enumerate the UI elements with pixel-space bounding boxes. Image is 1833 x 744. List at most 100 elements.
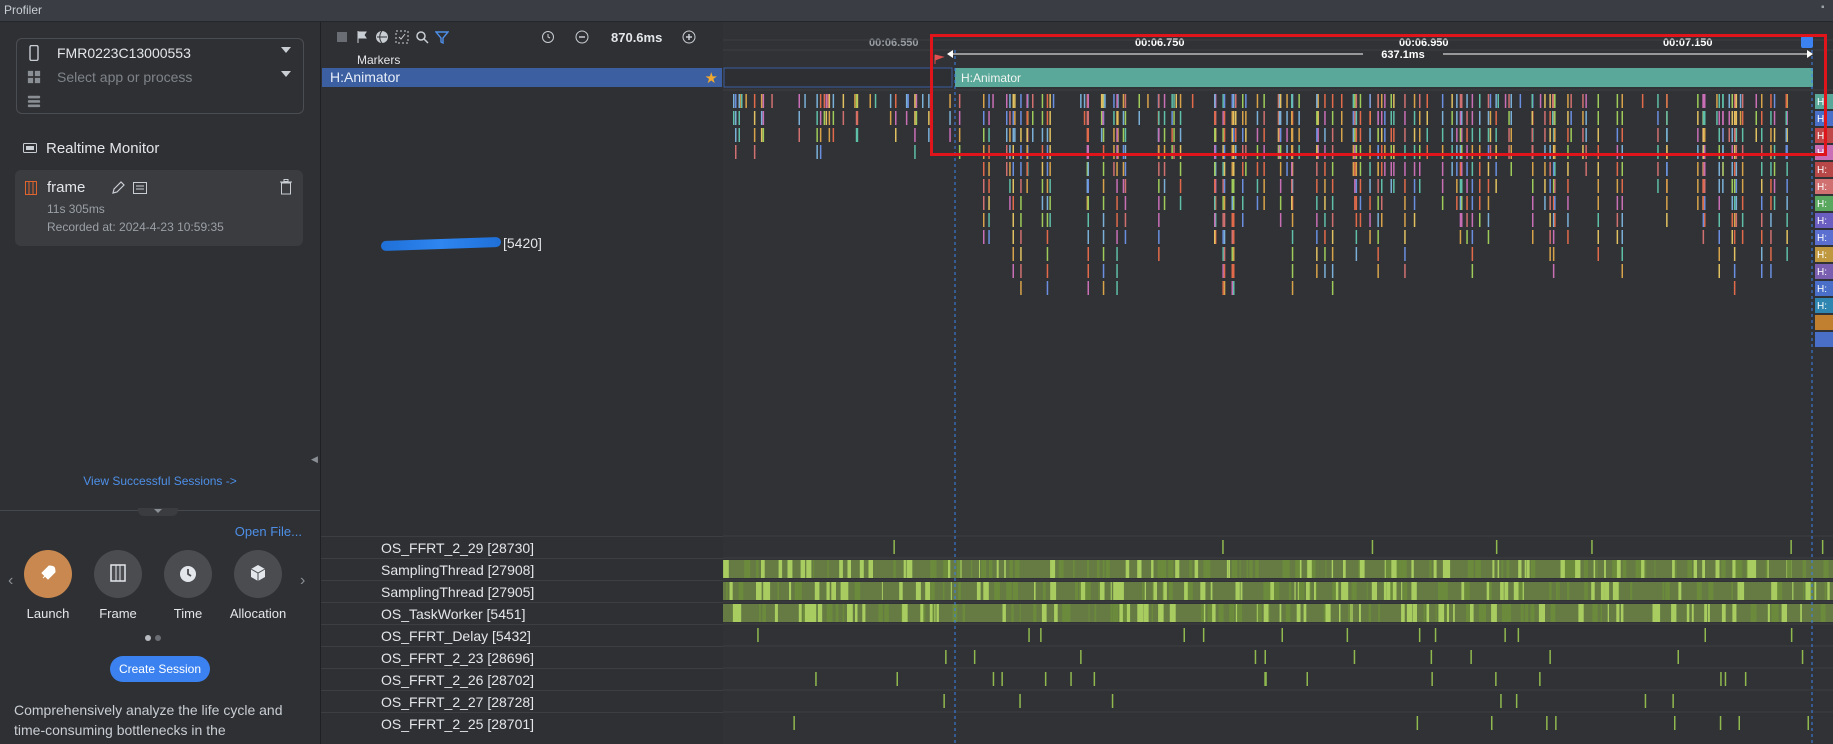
zoom-out-icon[interactable] bbox=[575, 30, 589, 44]
slice-mark bbox=[1316, 179, 1318, 193]
device-select[interactable]: FMR0223C13000553 bbox=[17, 41, 303, 65]
chevron-right-icon[interactable]: › bbox=[300, 572, 305, 590]
cpu-slice bbox=[1800, 604, 1802, 622]
details-icon[interactable] bbox=[133, 181, 147, 195]
select-icon[interactable] bbox=[395, 30, 409, 44]
slice-mark bbox=[983, 196, 985, 210]
cpu-slice bbox=[1500, 694, 1502, 708]
cpu-slice bbox=[1284, 560, 1290, 578]
trash-icon[interactable] bbox=[279, 179, 293, 195]
cpu-slice bbox=[840, 582, 847, 600]
cpu-slice bbox=[1118, 582, 1124, 600]
slice-mark bbox=[832, 111, 835, 125]
slice-mark bbox=[1718, 213, 1720, 227]
slice-mark bbox=[1413, 213, 1416, 227]
template-launch[interactable]: Launch bbox=[16, 550, 80, 621]
star-icon[interactable]: ★ bbox=[705, 69, 718, 87]
filter-icon[interactable] bbox=[435, 30, 449, 44]
slice-mark bbox=[1179, 179, 1182, 193]
slice-mark bbox=[1735, 179, 1738, 193]
cpu-slice bbox=[1533, 560, 1536, 578]
slice-mark bbox=[1222, 196, 1224, 210]
cpu-slice bbox=[1094, 604, 1097, 622]
process-list-row[interactable] bbox=[17, 89, 303, 113]
open-file-link[interactable]: Open File... bbox=[235, 524, 302, 539]
clock-reset-icon[interactable] bbox=[541, 30, 555, 44]
process-placeholder: Select app or process bbox=[57, 69, 193, 85]
collapse-sidebar-handle[interactable]: ◀ bbox=[311, 454, 318, 468]
cpu-slice bbox=[1820, 604, 1826, 622]
cpu-slice bbox=[1237, 604, 1243, 622]
template-allocation[interactable]: Allocation bbox=[226, 550, 290, 621]
session-card[interactable]: frame 11s 305ms Recorded at: 2024-4-23 1… bbox=[15, 170, 303, 246]
slice-mark bbox=[1786, 230, 1788, 244]
cpu-slice bbox=[1151, 560, 1154, 578]
slice-mark bbox=[735, 145, 737, 159]
slice-mark bbox=[1731, 162, 1733, 176]
cpu-slice bbox=[795, 582, 802, 600]
template-frame[interactable]: Frame bbox=[86, 550, 150, 621]
cpu-slice bbox=[1696, 582, 1702, 600]
cpu-slice bbox=[759, 604, 761, 622]
cpu-slice bbox=[1530, 604, 1535, 622]
session-recorded-time: Recorded at: 2024-4-23 10:59:35 bbox=[47, 220, 224, 234]
cpu-slice bbox=[899, 582, 903, 600]
cpu-slice bbox=[1351, 604, 1353, 622]
cpu-slice bbox=[1028, 628, 1030, 642]
cpu-slice bbox=[1644, 694, 1647, 708]
slice-mark bbox=[988, 179, 990, 193]
cpu-slice bbox=[1080, 650, 1082, 664]
cpu-slice bbox=[1564, 560, 1571, 578]
slice-mark bbox=[753, 145, 756, 159]
template-label: Time bbox=[173, 606, 203, 621]
cpu-slice bbox=[1141, 582, 1144, 600]
collapse-panel-toggle[interactable] bbox=[138, 508, 178, 516]
template-time[interactable]: Time bbox=[156, 550, 220, 621]
slice-mark bbox=[1012, 213, 1014, 227]
cpu-slice bbox=[933, 560, 937, 578]
cpu-slice bbox=[1771, 604, 1778, 622]
flag-icon[interactable] bbox=[355, 30, 369, 44]
slice-mark bbox=[1532, 213, 1534, 227]
frame-icon bbox=[110, 564, 126, 582]
zoom-in-icon[interactable] bbox=[682, 30, 696, 44]
slice-mark bbox=[1451, 162, 1453, 176]
create-session-button[interactable]: Create Session bbox=[110, 656, 210, 682]
slice-mark bbox=[1020, 281, 1022, 295]
slice-mark bbox=[1223, 213, 1226, 227]
window-corner-icon[interactable]: ▪ bbox=[1821, 2, 1831, 13]
slice-mark bbox=[1459, 179, 1462, 193]
slice-mark bbox=[1116, 264, 1118, 278]
slice-mark bbox=[1731, 196, 1733, 210]
slice-mark bbox=[1316, 230, 1318, 244]
search-icon[interactable] bbox=[415, 30, 429, 44]
cpu-slice bbox=[1604, 560, 1606, 578]
cpu-slice bbox=[1297, 582, 1299, 600]
process-track-label[interactable]: [5420] bbox=[380, 235, 542, 252]
cpu-slice bbox=[726, 582, 728, 600]
slice-mark bbox=[771, 94, 773, 108]
globe-icon[interactable] bbox=[375, 30, 389, 44]
right-slice bbox=[1815, 332, 1833, 347]
slice-mark bbox=[825, 111, 828, 125]
cpu-slice bbox=[1226, 560, 1229, 578]
pinned-track-row[interactable]: H:Animator ★ bbox=[322, 68, 722, 87]
cpu-slice bbox=[1249, 560, 1253, 578]
edit-icon[interactable] bbox=[111, 181, 125, 195]
cpu-slice bbox=[1296, 604, 1301, 622]
cpu-slice bbox=[973, 650, 976, 664]
view-successful-sessions-link[interactable]: View Successful Sessions -> bbox=[0, 474, 320, 488]
slice-mark bbox=[1233, 230, 1235, 244]
cpu-slice bbox=[1765, 560, 1768, 578]
slice-mark bbox=[1263, 196, 1265, 210]
cpu-slice bbox=[862, 604, 865, 622]
slice-mark bbox=[1702, 213, 1705, 227]
slice-mark bbox=[1158, 230, 1160, 244]
cpu-slice bbox=[1733, 604, 1737, 622]
slice-mark bbox=[1597, 179, 1599, 193]
cpu-slice bbox=[1019, 694, 1021, 708]
process-select[interactable]: Select app or process bbox=[17, 65, 303, 89]
stop-icon[interactable] bbox=[335, 30, 349, 44]
chevron-left-icon[interactable]: ‹ bbox=[8, 572, 13, 590]
device-selector-box: FMR0223C13000553 Select app or process bbox=[16, 38, 304, 114]
